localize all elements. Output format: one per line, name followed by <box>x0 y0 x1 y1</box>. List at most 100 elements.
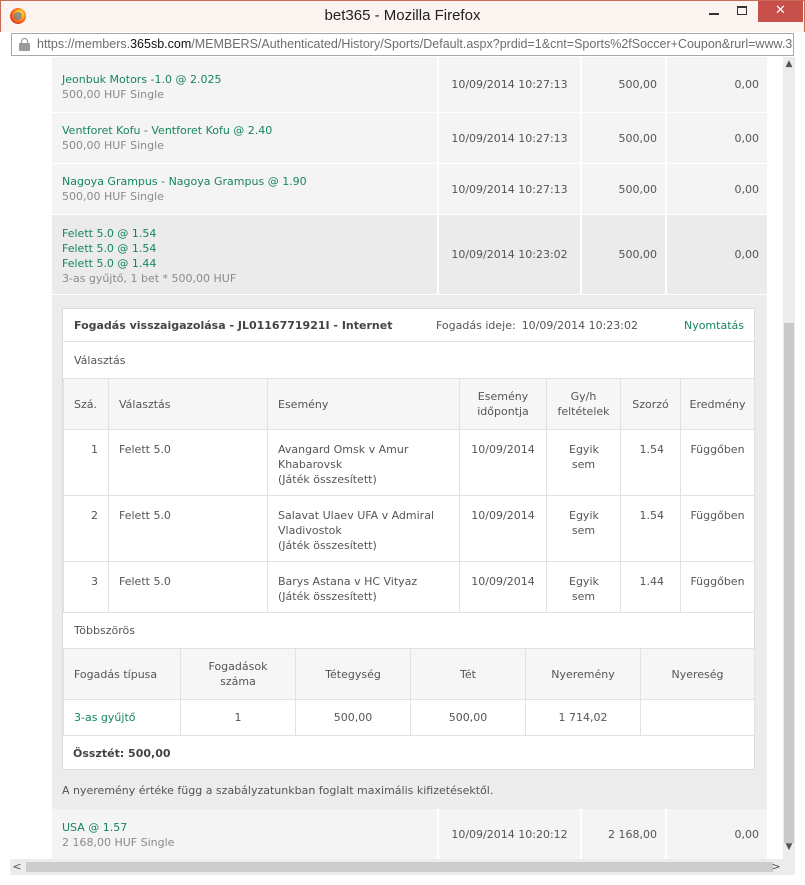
selection-result: Függőben <box>680 495 755 562</box>
table-header-row: Szá. Választás Esemény Esemény időpontja… <box>63 378 755 430</box>
vertical-scrollbar[interactable]: ▲ ▼ <box>783 57 795 859</box>
scrollbar-corner <box>783 859 795 875</box>
column-header: Nyeremény <box>525 648 641 700</box>
table-header-row: Fogadás típusa Fogadások száma Tétegység… <box>63 648 755 700</box>
bet-amount: 500,00 <box>580 215 665 294</box>
bet-history-row[interactable]: Jeonbuk Motors -1.0 @ 2.025 500,00 HUF S… <box>52 57 767 113</box>
table-row: 2 Felett 5.0 Salavat Ulaev UFA v Admiral… <box>63 495 755 562</box>
bet-stake-line: 3-as gyűjtő, 1 bet * 500,00 HUF <box>62 272 237 285</box>
print-link[interactable]: Nyomtatás <box>684 319 744 332</box>
selection-event: Salavat Ulaev UFA v Admiral Vladivostok(… <box>267 495 460 562</box>
page-viewport: Jeonbuk Motors -1.0 @ 2.025 500,00 HUF S… <box>10 57 783 859</box>
bet-selection[interactable]: Jeonbuk Motors -1.0 @ 2.025 <box>62 72 435 87</box>
bet-selection[interactable]: USA @ 1.57 <box>62 820 435 835</box>
horizontal-scrollbar[interactable]: < > <box>10 859 783 875</box>
bet-selection[interactable]: Ventforet Kofu - Ventforet Kofu @ 2.40 <box>62 123 435 138</box>
lock-icon[interactable] <box>19 38 30 51</box>
bet-history-row-expanded[interactable]: Felett 5.0 @ 1.54 Felett 5.0 @ 1.54 Fele… <box>52 215 767 295</box>
column-header: Tétegység <box>295 648 411 700</box>
column-header: Esemény időpontja <box>459 378 547 430</box>
scroll-down-arrow-icon[interactable]: ▼ <box>783 842 795 856</box>
multiple-type-link[interactable]: 3-as gyűjtő <box>63 699 181 736</box>
multiples-table: Fogadás típusa Fogadások száma Tétegység… <box>63 648 755 736</box>
bet-selection[interactable]: Felett 5.0 @ 1.44 <box>62 256 435 271</box>
bet-selection[interactable]: Felett 5.0 @ 1.54 <box>62 226 435 241</box>
bet-amount: 500,00 <box>580 113 665 163</box>
multiple-profit <box>640 699 755 736</box>
column-header: Választás <box>108 378 268 430</box>
bet-history-row[interactable]: USA @ 1.57 2 168,00 HUF Single 10/09/201… <box>52 809 767 859</box>
window-title: bet365 - Mozilla Firefox <box>324 7 481 24</box>
selection-event-date: 10/09/2014 <box>459 561 547 613</box>
column-header: Fogadások száma <box>180 648 296 700</box>
bet-date: 10/09/2014 10:20:12 <box>437 809 580 859</box>
bet-date: 10/09/2014 10:27:13 <box>437 113 580 163</box>
bet-stake-line: 500,00 HUF Single <box>62 190 164 203</box>
bet-amount: 500,00 <box>580 164 665 214</box>
multiple-count: 1 <box>180 699 296 736</box>
column-header: Gy/h feltételek <box>546 378 621 430</box>
selection-odds: 1.54 <box>620 429 681 496</box>
horizontal-scroll-thumb[interactable] <box>26 862 773 872</box>
bet-selection[interactable]: Felett 5.0 @ 1.54 <box>62 241 435 256</box>
bet-return: 0,00 <box>665 57 767 112</box>
bet-stake-line: 2 168,00 HUF Single <box>62 836 175 849</box>
bet-detail-panel: Fogadás visszaigazolása - JL0116771921I … <box>52 295 767 809</box>
bet-amount: 2 168,00 <box>580 809 665 859</box>
bet-stake-line: 500,00 HUF Single <box>62 139 164 152</box>
bet-history-row[interactable]: Ventforet Kofu - Ventforet Kofu @ 2.40 5… <box>52 113 767 164</box>
scroll-up-arrow-icon[interactable]: ▲ <box>783 59 795 73</box>
scroll-right-arrow-icon[interactable]: > <box>769 860 783 873</box>
confirmation-date: Fogadás ideje: 10/09/2014 10:23:02 <box>436 319 638 332</box>
table-row: 1 Felett 5.0 Avangard Omsk v Amur Khabar… <box>63 429 755 496</box>
bet-date: 10/09/2014 10:23:02 <box>437 215 580 294</box>
table-row: 3 Felett 5.0 Barys Astana v HC Vityaz (Já… <box>63 561 755 613</box>
scroll-left-arrow-icon[interactable]: < <box>10 860 24 873</box>
bet-amount: 500,00 <box>580 57 665 112</box>
maximize-button[interactable] <box>729 1 755 22</box>
selection-number: 3 <box>63 561 109 613</box>
column-header: Nyereség <box>640 648 755 700</box>
bet-date: 10/09/2014 10:27:13 <box>437 57 580 112</box>
selection-result: Függőben <box>680 429 755 496</box>
multiple-winnings: 1 714,02 <box>525 699 641 736</box>
selection-odds: 1.54 <box>620 495 681 562</box>
maximize-icon <box>737 6 747 15</box>
selection-event-date: 10/09/2014 <box>459 429 547 496</box>
bet-selection[interactable]: Nagoya Grampus - Nagoya Grampus @ 1.90 <box>62 174 435 189</box>
url-text[interactable]: https://members.365sb.com/MEMBERS/Authen… <box>37 37 793 51</box>
address-bar[interactable]: https://members.365sb.com/MEMBERS/Authen… <box>11 33 794 56</box>
bet-history-row[interactable]: Nagoya Grampus - Nagoya Grampus @ 1.90 5… <box>52 164 767 215</box>
payout-footnote: A nyeremény értéke függ a szabályzatunkb… <box>62 784 494 797</box>
close-button[interactable]: ✕ <box>758 1 803 22</box>
selection-ew-terms: Egyik sem <box>546 429 621 496</box>
column-header: Fogadás típusa <box>63 648 181 700</box>
table-row: 3-as gyűjtő 1 500,00 500,00 1 714,02 <box>63 699 755 736</box>
selection-section-label: Választás <box>74 354 126 367</box>
column-header: Szá. <box>63 378 109 430</box>
confirmation-title: Fogadás visszaigazolása - JL0116771921I … <box>74 319 393 332</box>
close-icon: ✕ <box>775 3 786 18</box>
bet-return: 0,00 <box>665 809 767 859</box>
bet-date: 10/09/2014 10:27:13 <box>437 164 580 214</box>
column-header: Eredmény <box>680 378 755 430</box>
minimize-button[interactable] <box>701 1 727 22</box>
window-titlebar: bet365 - Mozilla Firefox ✕ <box>0 0 805 32</box>
column-header: Esemény <box>267 378 460 430</box>
selection-result: Függőben <box>680 561 755 613</box>
bet-return: 0,00 <box>665 215 767 294</box>
vertical-scroll-thumb[interactable] <box>784 323 794 843</box>
selection-odds: 1.44 <box>620 561 681 613</box>
bet-return: 0,00 <box>665 164 767 214</box>
column-header: Szorzó <box>620 378 681 430</box>
selection-event: Avangard Omsk v Amur Khabarovsk (Játék ös… <box>267 429 460 496</box>
column-header: Tét <box>410 648 526 700</box>
selection-ew-terms: Egyik sem <box>546 561 621 613</box>
minimize-icon <box>709 13 719 15</box>
selection-name: Felett 5.0 <box>108 561 268 613</box>
bet-confirmation-card: Fogadás visszaigazolása - JL0116771921I … <box>62 308 755 770</box>
total-stake: Össztét: 500,00 <box>73 747 171 760</box>
bet-return: 0,00 <box>665 113 767 163</box>
multiple-unit-stake: 500,00 <box>295 699 411 736</box>
selection-event-date: 10/09/2014 <box>459 495 547 562</box>
